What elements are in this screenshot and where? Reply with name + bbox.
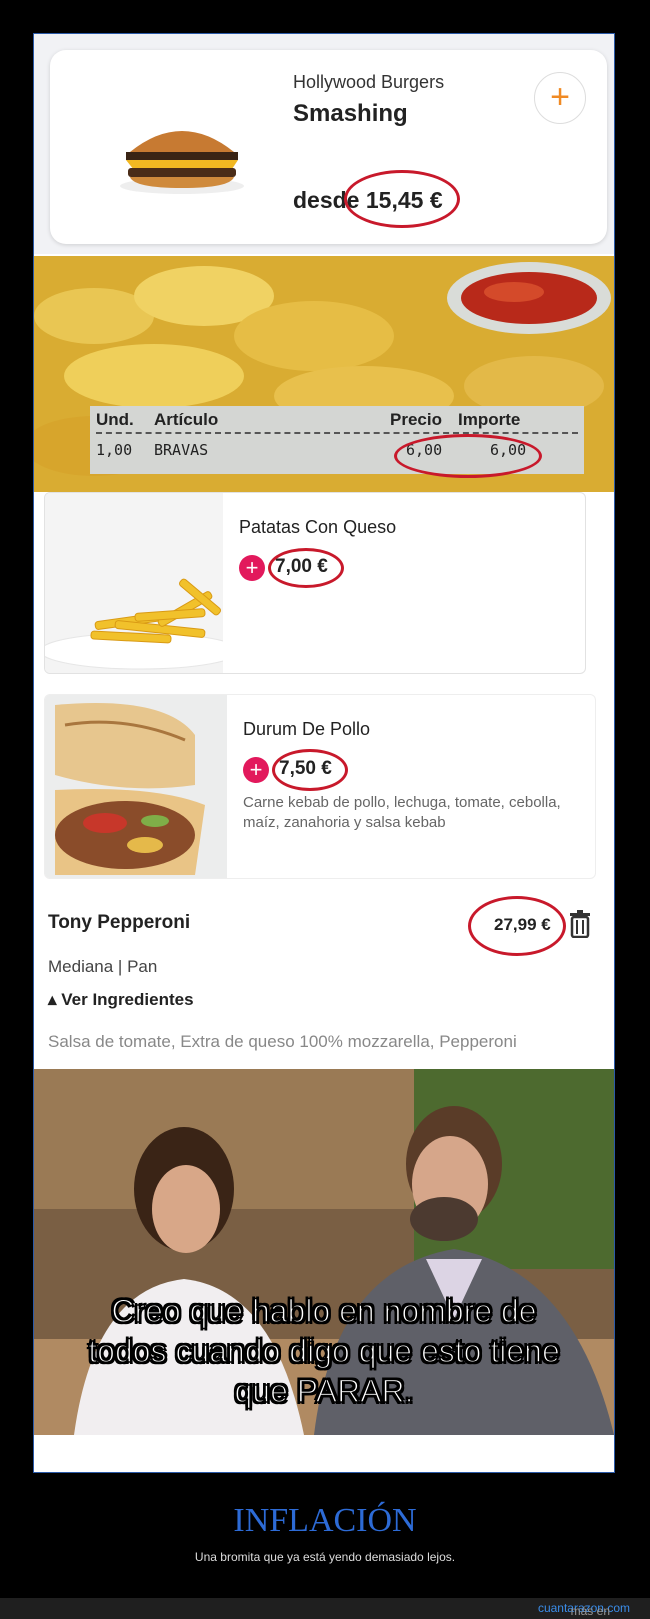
more-bar: más en cuantarazon.com [0, 1598, 650, 1619]
more-link-line: más en cuantarazon.com [538, 1601, 630, 1618]
durum-card[interactable]: Durum De Pollo + 7,50 € Carne kebab de p… [44, 694, 596, 879]
fries-image [45, 493, 241, 673]
burger-card[interactable]: Hollywood Burgers Smashing desde 15,45 €… [50, 50, 607, 244]
burger-image [120, 131, 244, 194]
receipt-item: BRAVAS [154, 441, 209, 459]
receipt-col-articulo: Artículo [154, 410, 219, 429]
subtitle-line-1: Creo que hablo en nombre de [111, 1292, 538, 1330]
pizza-name: Tony Pepperoni [48, 912, 191, 933]
pizza-panel: Tony Pepperoni 27,99 € Mediana | Pan ▴ V… [34, 884, 614, 1064]
receipt-importe: 6,00 [490, 441, 527, 459]
pizza-size: Mediana | Pan [48, 957, 158, 976]
post-subtitle: Una bromita que ya está yendo demasiado … [194, 1550, 456, 1564]
subtitle-line-2: todos cuando digo que esto tiene [88, 1332, 561, 1370]
receipt-precio: 6,00 [406, 441, 443, 459]
durum-description: Carne kebab de pollo, lechuga, tomate, c… [243, 794, 561, 831]
receipt-col-und: Und. [96, 410, 134, 429]
patatas-title: Patatas Con Queso [239, 517, 397, 537]
durum-image [45, 695, 227, 878]
receipt-strip: Und. Artículo Precio Importe 1,00 BRAVAS… [90, 406, 584, 474]
burger-panel: Hollywood Burgers Smashing desde 15,45 €… [34, 34, 614, 254]
dish-price: 15,45 € [365, 187, 443, 213]
post-title[interactable]: INFLACIÓN [0, 1502, 650, 1540]
ingredients-toggle[interactable]: ▴ Ver Ingredientes [48, 990, 194, 1010]
receipt-qty: 1,00 [96, 441, 133, 459]
receipt-photo-panel: Und. Artículo Precio Importe 1,00 BRAVAS… [34, 256, 614, 492]
tv-still-panel: Creo que hablo en nombre de todos cuando… [34, 1069, 614, 1435]
durum-illustration [45, 695, 227, 878]
price-prefix: desde [293, 187, 366, 213]
restaurant-name: Hollywood Burgers [293, 72, 445, 92]
receipt-col-importe: Importe [458, 410, 521, 429]
ingredients-text: Salsa de tomate, Extra de queso 100% moz… [48, 1032, 517, 1051]
dish-price-line: desde 15,45 € [293, 187, 443, 214]
durum-panel: Durum De Pollo + 7,50 € Carne kebab de p… [34, 694, 614, 884]
add-patatas-plus-icon[interactable]: + [239, 555, 265, 581]
patatas-card[interactable]: Patatas Con Queso + 7,00 € [44, 492, 586, 674]
receipt-col-precio: Precio [390, 410, 442, 429]
meme-subtitle: Creo que hablo en nombre de todos cuando… [34, 1291, 614, 1411]
patatas-panel: Patatas Con Queso + 7,00 € [34, 492, 614, 692]
add-plus-icon[interactable]: + [534, 72, 586, 124]
meme-frame: Hollywood Burgers Smashing desde 15,45 €… [33, 33, 615, 1473]
trash-icon[interactable] [568, 910, 592, 938]
more-prefix: más en [570, 1604, 610, 1618]
fries-illustration [45, 578, 241, 670]
durum-title: Durum De Pollo [243, 719, 371, 739]
add-durum-plus-icon[interactable]: + [243, 757, 269, 783]
subtitle-line-3: que PARAR. [234, 1372, 415, 1410]
dish-name: Smashing [293, 100, 408, 127]
pizza-price: 27,99 € [494, 915, 551, 934]
patatas-price: 7,00 € [275, 556, 328, 577]
receipt-divider [96, 432, 578, 434]
durum-price: 7,50 € [279, 758, 332, 779]
